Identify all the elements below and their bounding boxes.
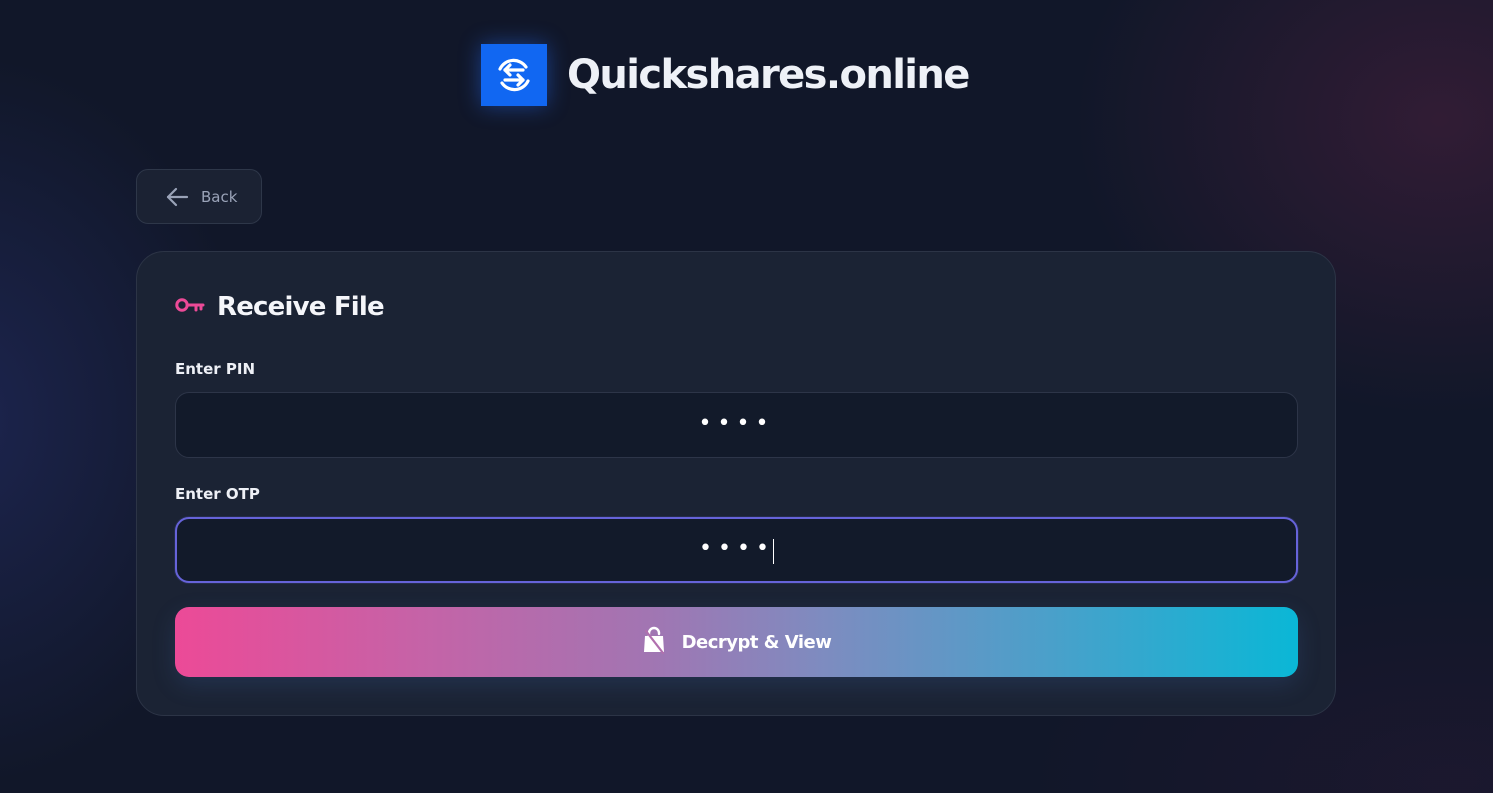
card-header: Receive File [175,292,385,322]
key-icon [175,297,205,317]
otp-input[interactable]: •••• [175,517,1298,583]
otp-value: •••• [699,535,775,561]
decrypt-view-label: Decrypt & View [681,631,832,653]
brand: Quickshares.online [481,44,970,106]
pin-label: Enter PIN [175,360,256,378]
decrypt-view-button[interactable]: Decrypt & View [175,607,1298,677]
receive-file-card: Receive File Enter PIN •••• Enter OTP ••… [136,251,1336,716]
arrow-left-icon [165,187,189,207]
back-button-label: Back [201,187,238,206]
otp-label: Enter OTP [175,485,260,503]
app-name: Quickshares.online [567,52,970,98]
pin-input[interactable]: •••• [175,392,1298,458]
text-cursor [772,538,774,564]
exchange-arrows-icon [481,44,547,106]
card-title: Receive File [217,292,385,322]
pin-value: •••• [698,410,775,436]
unlocked-bag-icon [642,626,666,658]
back-button[interactable]: Back [136,169,262,224]
